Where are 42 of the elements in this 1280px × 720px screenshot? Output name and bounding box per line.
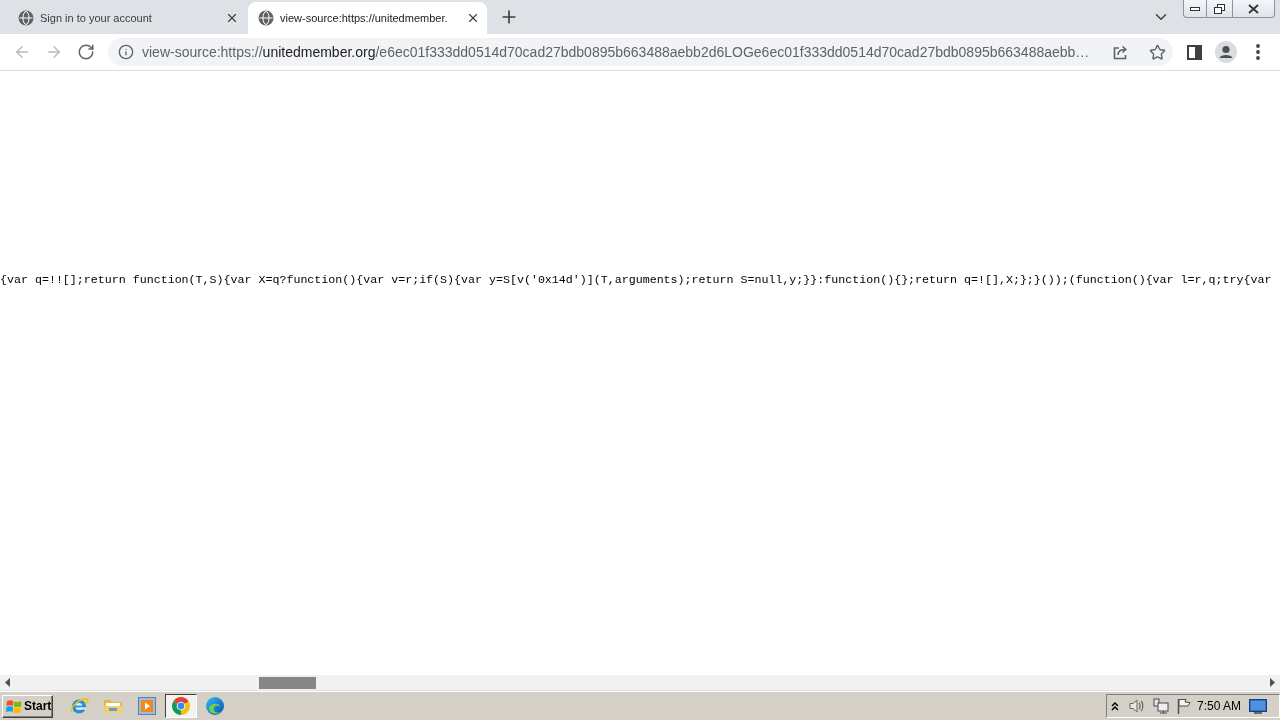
restore-button[interactable] [1207, 0, 1233, 18]
flag-icon[interactable] [1177, 698, 1191, 714]
start-button[interactable]: Start [2, 694, 53, 718]
right-arrow-icon [45, 43, 63, 61]
side-panel-icon [1186, 44, 1202, 60]
star-icon [1148, 43, 1166, 61]
monitor-icon[interactable] [1249, 698, 1268, 714]
minimize-icon [1190, 6, 1200, 11]
close-icon [466, 11, 480, 25]
double-caret-icon[interactable] [1111, 701, 1119, 711]
folder-icon [103, 697, 123, 715]
globe-icon [258, 10, 274, 26]
browser-tab[interactable]: Sign in to your account [8, 2, 246, 34]
swirl-logo-icon [205, 696, 225, 716]
restore-icon [1214, 3, 1225, 14]
browser-logo-icon [171, 696, 191, 716]
close-icon [225, 11, 239, 25]
circular-arrow-icon [77, 43, 95, 61]
url-text: view-source:https://unitedmember.org/e6ec01f333dd0514d70cad27bdb0895b663488aebb2d6LOGe6ec01f333dd0514d70cad27bdb0895b663488aebb… [142, 44, 1090, 60]
menu-icon [1256, 44, 1260, 60]
globe-icon [18, 10, 34, 26]
minimize-button[interactable] [1183, 0, 1207, 18]
info-icon [118, 44, 134, 60]
scroll-right-icon[interactable] [1270, 678, 1275, 687]
avatar-icon [1215, 41, 1237, 63]
e-logo-icon [69, 696, 89, 716]
share-icon [1113, 44, 1129, 60]
tab-title: view-source:https://unitedmember. [280, 12, 448, 24]
address-bar[interactable]: view-source:https://unitedmember.org/e6ec01f333dd0514d70cad27bdb0895b663488aebb2d6LOGe6ec01f333dd0514d70cad27bdb0895b663488aebb… [108, 38, 1173, 66]
computer-icon[interactable] [1153, 698, 1169, 714]
speaker-icon[interactable] [1129, 698, 1145, 714]
window-close-button[interactable] [1233, 0, 1275, 18]
windows-flag-icon [6, 698, 22, 714]
taskbar-app-button[interactable] [165, 694, 197, 718]
clock-time: 7:50 AM [1197, 699, 1242, 713]
scrollbar-thumb[interactable] [259, 676, 316, 689]
scroll-left-icon[interactable] [5, 678, 10, 687]
close-icon [1248, 3, 1259, 14]
browser-tab[interactable]: view-source:https://unitedmember. [248, 2, 487, 34]
source-code-line: {var q=!![];return function(T,S){var X=q?function(){var v=r;if(S){var y=S[v('0x14d')](T,arguments);return S=null,y;}}:function(){};return q=![],X;};}());(function(){var l=r,q;try{var [0, 273, 1272, 287]
play-icon [138, 697, 156, 715]
tab-title: Sign in to your account [40, 12, 152, 24]
